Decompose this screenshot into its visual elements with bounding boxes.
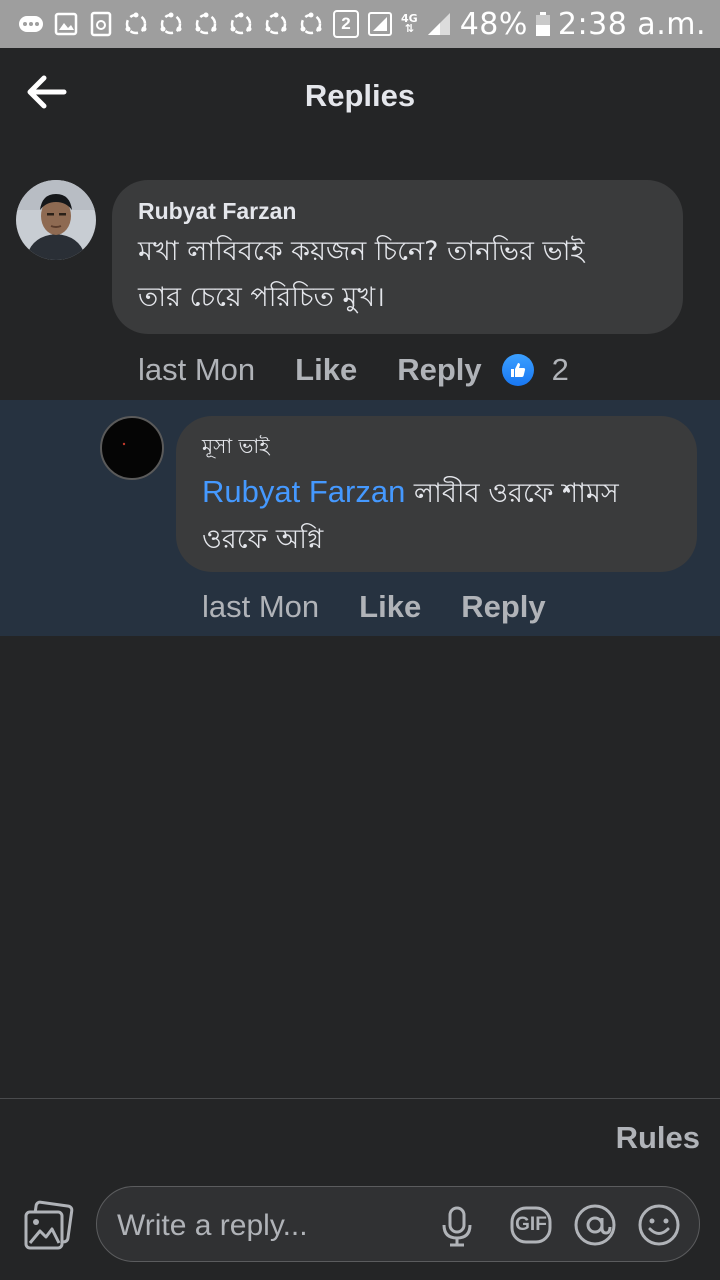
photo-gallery-icon[interactable] <box>22 1200 74 1252</box>
comment-timestamp[interactable]: last Mon <box>138 352 255 388</box>
header: Replies <box>0 48 720 148</box>
reply-text-line: Rubyat Farzan লাবীব ওরফে শামস <box>202 469 671 517</box>
mention-link[interactable]: Rubyat Farzan <box>202 474 405 509</box>
like-button[interactable]: Like <box>359 589 421 625</box>
network-type: 4G ⇅ <box>401 12 418 35</box>
page-title: Replies <box>304 78 416 113</box>
status-bar-system: 2 4G ⇅ 48% 2:38 a.m. <box>333 7 706 42</box>
reply-timestamp[interactable]: last Mon <box>202 589 319 625</box>
reply-actions: last Mon Like Reply <box>202 587 546 627</box>
share-notification-icon <box>193 11 219 37</box>
notification-count: 2 <box>341 14 351 33</box>
microphone-icon[interactable] <box>435 1203 479 1247</box>
comment-text-line: মখা লাবিবকে কয়জন চিনে? তানভির ভাই <box>138 236 585 267</box>
signal-box-icon <box>367 11 393 37</box>
share-notification-icon <box>158 11 184 37</box>
comment-text: মখা লাবিবকে কয়জন চিনে? তানভির ভাই তার চ… <box>138 229 657 321</box>
mention-at-icon[interactable] <box>573 1203 617 1247</box>
like-reaction-icon[interactable] <box>501 354 534 386</box>
avatar[interactable] <box>100 416 164 480</box>
gif-button[interactable]: GIF <box>509 1203 553 1247</box>
reply-text: Rubyat Farzan লাবীব ওরফে শামস ওরফে অগ্নি <box>202 469 671 563</box>
clock: 2:38 a.m. <box>557 6 706 42</box>
reply-button[interactable]: Reply <box>397 352 481 388</box>
reply-bubble[interactable]: মূসা ভাই Rubyat Farzan লাবীব ওরফে শামস ও… <box>176 416 697 572</box>
reply-input[interactable]: Write a reply... GIF <box>96 1186 700 1262</box>
reaction-count[interactable]: 2 <box>552 352 569 388</box>
comment-author[interactable]: Rubyat Farzan <box>138 198 657 225</box>
share-notification-icon <box>263 11 289 37</box>
reply-author[interactable]: মূসা ভাই <box>202 432 671 465</box>
like-button[interactable]: Like <box>295 352 357 388</box>
share-notification-icon <box>123 11 149 37</box>
rules-link[interactable]: Rules <box>616 1120 700 1156</box>
battery-percent: 48% <box>459 6 528 42</box>
status-bar-notifications <box>18 11 324 37</box>
cell-signal-icon <box>426 11 452 37</box>
recycle-notification-icon <box>88 11 114 37</box>
battery-icon <box>535 12 550 36</box>
share-notification-icon <box>298 11 324 37</box>
share-notification-icon <box>228 11 254 37</box>
comment-text-line: তার চেয়ে পরিচিত মুখ। <box>138 282 385 313</box>
footer-divider <box>0 1098 720 1099</box>
avatar[interactable] <box>16 180 96 260</box>
gallery-notification-icon <box>53 11 79 37</box>
status-bar: 2 4G ⇅ 48% 2:38 a.m. <box>0 0 720 48</box>
comment-actions: last Mon Like Reply 2 <box>138 350 569 390</box>
gif-label: GIF <box>515 1214 547 1235</box>
messages-icon <box>18 11 44 37</box>
notification-count-badge: 2 <box>333 10 360 38</box>
reply-text-line: ওরফে অগ্নি <box>202 524 324 555</box>
reply-input-placeholder: Write a reply... <box>117 1209 308 1242</box>
emoji-icon[interactable] <box>637 1203 681 1247</box>
reply-text-part: লাবীব ওরফে শামস <box>405 478 619 509</box>
comment-bubble[interactable]: Rubyat Farzan মখা লাবিবকে কয়জন চিনে? তা… <box>112 180 683 334</box>
reply-button[interactable]: Reply <box>461 589 545 625</box>
